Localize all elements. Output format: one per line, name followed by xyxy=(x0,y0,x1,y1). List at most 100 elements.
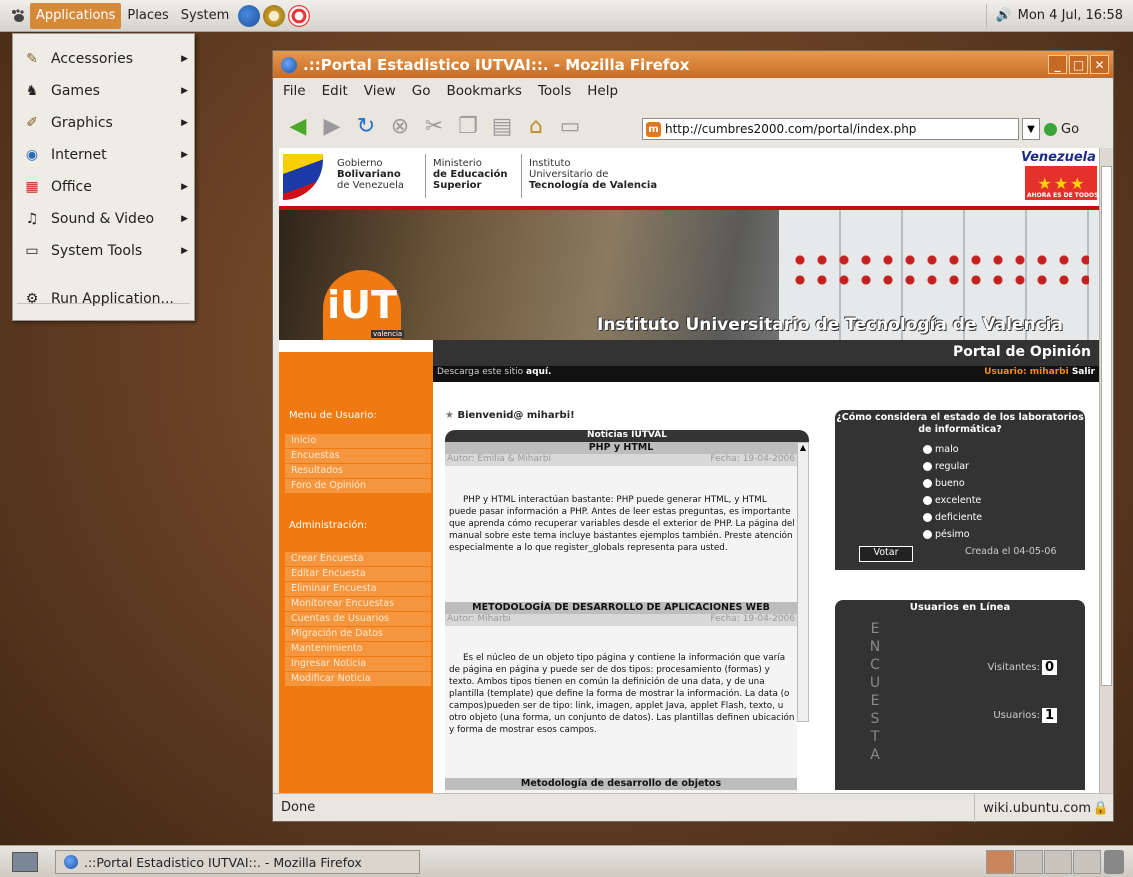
menubar: File Edit View Go Bookmarks Tools Help xyxy=(273,78,1113,104)
gov-col-2: Ministerio de Educación Superior xyxy=(433,158,508,191)
go-icon xyxy=(1044,122,1057,136)
nav-link-cuentas[interactable]: Cuentas de Usuarios xyxy=(285,612,431,627)
evolution-launcher-icon[interactable] xyxy=(263,4,286,27)
nav-link-inicio[interactable]: Inicio xyxy=(285,434,431,449)
url-field[interactable]: m http://cumbres2000.com/portal/index.ph… xyxy=(642,118,1019,140)
poll-option[interactable]: pésimo xyxy=(923,529,970,540)
gnome-foot-icon xyxy=(8,7,28,25)
left-nav-cap xyxy=(279,340,433,370)
top-panel: Applications Places System 🔊 Mon 4 Jul, … xyxy=(0,0,1133,32)
radio-button xyxy=(923,496,932,505)
workspace-4[interactable] xyxy=(1073,850,1101,874)
menu-file[interactable]: File xyxy=(283,83,306,99)
close-button[interactable]: ✕ xyxy=(1090,55,1109,74)
minimize-button[interactable]: _ xyxy=(1048,55,1067,74)
forward-icon[interactable]: ▶ xyxy=(317,111,347,141)
star-icon: ★ xyxy=(1037,173,1052,193)
scrollbar-thumb[interactable] xyxy=(1101,166,1112,686)
home-icon[interactable]: ⌂ xyxy=(521,111,551,141)
help-launcher-icon[interactable] xyxy=(288,4,311,27)
paste-icon[interactable]: ▤ xyxy=(487,111,517,141)
menu-item-office[interactable]: ▦ Office ▶ xyxy=(13,172,196,202)
firefox-launcher-icon[interactable] xyxy=(238,4,261,27)
go-button[interactable]: Go xyxy=(1044,118,1079,140)
star-icon: ★ xyxy=(445,410,454,421)
menu-item-accessories[interactable]: ✎ Accessories ▶ xyxy=(13,44,196,74)
poll-option[interactable]: regular xyxy=(923,461,969,472)
download-link[interactable]: aquí. xyxy=(526,367,551,377)
workspace-2[interactable] xyxy=(1015,850,1043,874)
url-text: http://cumbres2000.com/portal/index.php xyxy=(665,122,917,136)
radio-button xyxy=(923,445,932,454)
window-title: .::Portal Estadistico IUTVAI::. - Mozill… xyxy=(303,55,690,74)
vote-button[interactable]: Votar xyxy=(859,546,913,562)
menu-item-internet[interactable]: ◉ Internet ▶ xyxy=(13,140,196,170)
reload-icon[interactable]: ↻ xyxy=(351,111,381,141)
workspace-3[interactable] xyxy=(1044,850,1072,874)
logout-link[interactable]: Salir xyxy=(1072,367,1095,377)
poll-created-date: Creada el 04-05-06 xyxy=(965,546,1057,557)
menu-item-games[interactable]: ♞ Games ▶ xyxy=(13,76,196,106)
menu-help[interactable]: Help xyxy=(587,83,618,99)
star-icon: ★ xyxy=(1053,173,1069,193)
news-meta: Autor: Emilia & Miharbi Fecha: 19-04-2006 xyxy=(445,454,797,466)
nav-link-monitorear[interactable]: Monitorear Encuestas xyxy=(285,597,431,612)
poll-option[interactable]: deficiente xyxy=(923,512,982,523)
menu-item-system-tools[interactable]: ▭ System Tools ▶ xyxy=(13,236,196,266)
nav-link-foro[interactable]: Foro de Opinión xyxy=(285,479,431,494)
accessories-icon: ✎ xyxy=(26,51,38,67)
new-tab-icon[interactable]: ▭ xyxy=(555,111,585,141)
poll-question: ¿Cómo considera el estado de los laborat… xyxy=(836,412,1084,435)
news-title: PHP y HTML xyxy=(445,442,797,454)
menu-item-graphics[interactable]: ✐ Graphics ▶ xyxy=(13,108,196,138)
poll-option[interactable]: excelente xyxy=(923,495,981,506)
back-icon[interactable]: ◀ xyxy=(283,111,313,141)
firefox-icon xyxy=(281,56,297,73)
trash-icon[interactable] xyxy=(1104,850,1124,874)
menu-go[interactable]: Go xyxy=(412,83,431,99)
menu-tools[interactable]: Tools xyxy=(538,83,571,99)
window-titlebar[interactable]: .::Portal Estadistico IUTVAI::. - Mozill… xyxy=(273,51,1113,78)
nav-link-encuestas[interactable]: Encuestas xyxy=(285,449,431,464)
news-scrollbar[interactable]: ▲ xyxy=(797,442,809,722)
status-site: wiki.ubuntu.com 🔒 xyxy=(974,794,1113,822)
places-menu[interactable]: Places xyxy=(121,0,174,31)
menu-item-sound-video[interactable]: ♫ Sound & Video ▶ xyxy=(13,204,196,234)
radio-button xyxy=(923,479,932,488)
volume-icon[interactable]: 🔊 xyxy=(995,8,1011,23)
radio-button xyxy=(923,462,932,471)
scroll-up-icon: ▲ xyxy=(799,443,807,452)
cut-icon[interactable]: ✂ xyxy=(419,111,449,141)
menu-view[interactable]: View xyxy=(364,83,396,99)
page-scrollbar[interactable] xyxy=(1099,148,1113,793)
system-menu[interactable]: System xyxy=(175,0,235,31)
news-panel: Noticias IUTVAL PHP y HTML Autor: Emilia… xyxy=(445,430,809,793)
stop-icon[interactable]: ⊗ xyxy=(385,111,415,141)
maximize-button[interactable]: □ xyxy=(1069,55,1088,74)
nav-link-editar-encuesta[interactable]: Editar Encuesta xyxy=(285,567,431,582)
nav-link-crear-encuesta[interactable]: Crear Encuesta xyxy=(285,552,431,567)
taskbar-firefox-button[interactable]: .::Portal Estadistico IUTVAI::. - Mozill… xyxy=(55,850,420,874)
nav-link-migracion[interactable]: Migración de Datos xyxy=(285,627,431,642)
nav-link-mantenimiento[interactable]: Mantenimiento xyxy=(285,642,431,657)
firefox-window: .::Portal Estadistico IUTVAI::. - Mozill… xyxy=(272,50,1114,822)
poll-option[interactable]: bueno xyxy=(923,478,965,489)
show-desktop-button[interactable] xyxy=(12,852,38,872)
venezuela-logo-text: Venezuela xyxy=(1021,150,1096,165)
menu-item-run-application[interactable]: ⚙ Run Application... xyxy=(13,284,196,314)
welcome-message: ★ Bienvenid@ miharbi! xyxy=(445,410,575,421)
copy-icon[interactable]: ❐ xyxy=(453,111,483,141)
nav-link-ingresar-noticia[interactable]: Ingresar Noticia xyxy=(285,657,431,672)
nav-link-modificar-noticia[interactable]: Modificar Noticia xyxy=(285,672,431,687)
url-dropdown-button[interactable]: ▼ xyxy=(1022,118,1040,140)
menu-bookmarks[interactable]: Bookmarks xyxy=(447,83,522,99)
clock[interactable]: Mon 4 Jul, 16:58 xyxy=(1018,8,1123,23)
applications-menu[interactable]: Applications xyxy=(30,2,122,29)
users-count: Usuarios: 1 xyxy=(993,708,1057,723)
poll-option[interactable]: malo xyxy=(923,444,959,455)
run-application-icon: ⚙ xyxy=(25,291,39,307)
workspace-1[interactable] xyxy=(986,850,1014,874)
nav-link-resultados[interactable]: Resultados xyxy=(285,464,431,479)
menu-edit[interactable]: Edit xyxy=(322,83,348,99)
nav-link-eliminar-encuesta[interactable]: Eliminar Encuesta xyxy=(285,582,431,597)
